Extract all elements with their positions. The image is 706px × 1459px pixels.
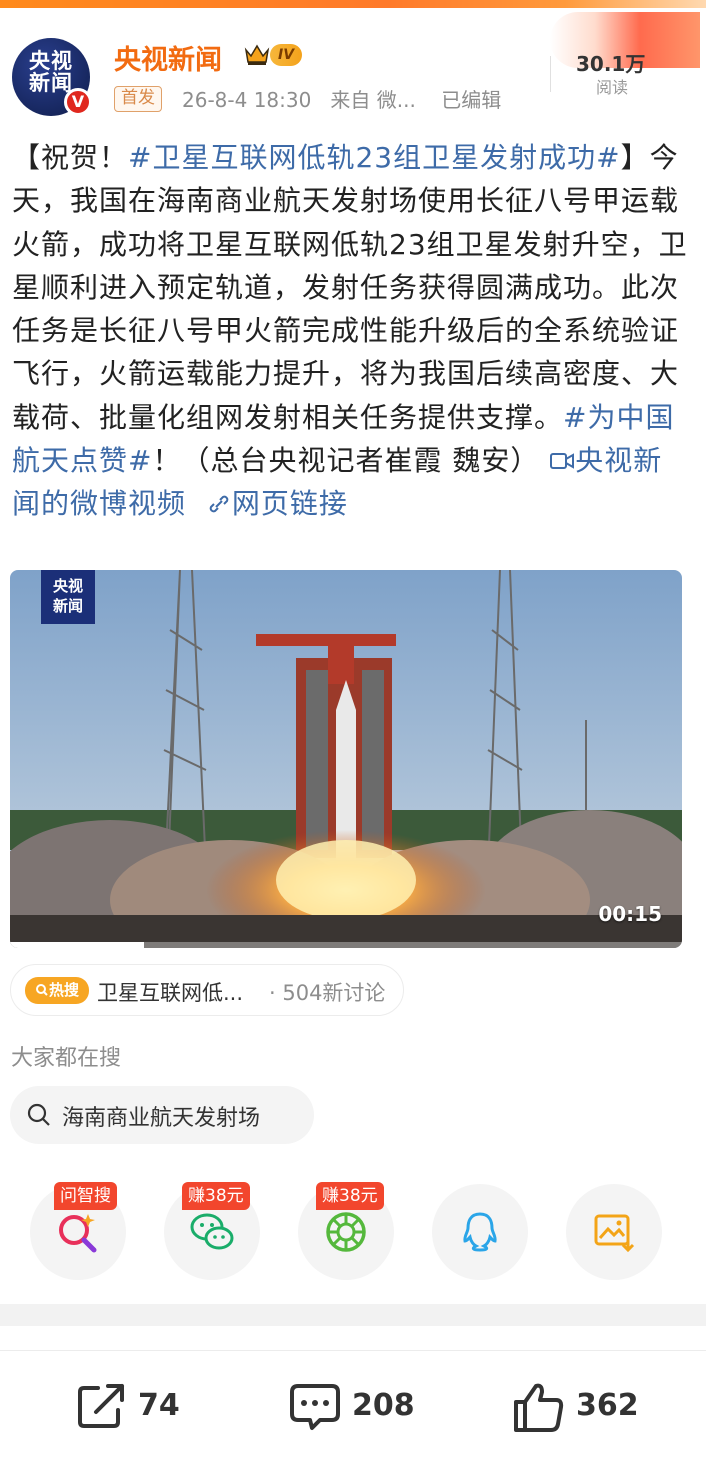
edited-label[interactable]: 已编辑 [441,88,501,112]
search-heading: 大家都在搜 [11,1046,122,1071]
hot-search-count: · 504新讨论 [269,981,386,1005]
divider [550,56,551,92]
like-button[interactable]: 362 [512,1376,642,1436]
author-name[interactable]: 央视新闻 [114,38,222,77]
comment-button[interactable]: 208 [288,1376,418,1436]
first-tag: 首发 [114,86,162,112]
read-count-box: 30.1万 阅读 [550,12,700,102]
repost-button[interactable]: 74 [76,1376,186,1436]
post-closing: ！（总台央视记者崔霞 魏安） [152,444,540,478]
video-progress-bar[interactable] [10,942,682,948]
hot-search-badge-label: 热搜 [48,981,79,999]
suggested-search-text: 海南商业航天发射场 [62,1106,261,1131]
timestamp: 26-8-4 18:30 [182,88,312,112]
read-count: 30.1万 [576,52,646,76]
video-duration: 00:15 [598,902,662,926]
launch-scene [10,570,682,948]
cctv-news-logo: 央视 新闻 [41,570,95,624]
avatar-text-line1: 央视 [29,49,73,73]
save-image-icon [594,1214,635,1253]
hot-search-title: 卫星互联网低... [97,981,244,1005]
post-text: 【祝贺！#卫星互联网低轨23组卫星发射成功#】今天，我国在海南商业航天发射场使用… [12,136,688,526]
web-link[interactable]: 网页链接 [206,487,348,520]
qq-icon [463,1212,497,1252]
comment-icon [290,1384,340,1430]
share-badge: 问智搜 [54,1182,117,1210]
comment-count: 208 [352,1388,415,1423]
web-link-label: 网页链接 [231,487,348,521]
source-prefix: 来自 [330,88,371,112]
level-badge: IV [270,44,303,66]
video-progress-fill [10,942,145,948]
share-qq-button[interactable] [432,1184,528,1280]
search-icon [35,984,48,996]
read-label: 阅读 [596,78,629,97]
hashtag-link[interactable]: #卫星互联网低轨23组卫星发射成功# [128,141,621,174]
search-icon [27,1103,50,1126]
hot-search-badge: 热搜 [25,977,89,1004]
suggested-search-pill[interactable]: 海南商业航天发射场 [10,1086,314,1144]
section-divider [0,1304,706,1326]
verified-icon: V [64,88,92,116]
crown-icon [244,44,270,65]
post-meta: 26-8-4 18:30 来自 微... 已编辑 [182,84,501,113]
source[interactable]: 微... [377,88,416,112]
post-open: 【祝贺！ [12,141,129,174]
video-camera-icon [550,453,575,470]
link-icon [209,496,229,513]
video-player[interactable]: 央视 新闻 00:15 [10,570,682,948]
repost-count: 74 [138,1388,180,1423]
wechat-icon [190,1213,234,1250]
post-body: 】今天，我国在海南商业航天发射场使用长征八号甲运载火箭，成功将卫星互联网低轨23… [12,141,688,434]
bottom-bar-divider [0,1350,706,1351]
hot-search-pill[interactable]: 热搜 卫星互联网低... · 504新讨论 [10,964,404,1016]
video-logo-line2: 新闻 [52,597,83,615]
wenzhisou-icon [59,1214,97,1253]
repost-icon [78,1384,124,1428]
top-accent-bar [0,0,706,8]
share-badge: 赚38元 [182,1182,250,1210]
moments-icon [326,1212,366,1252]
share-badge: 赚38元 [316,1182,384,1210]
video-logo-line1: 央视 [52,577,83,595]
save-image-button[interactable] [566,1184,662,1280]
thumbs-up-icon [514,1383,564,1432]
like-count: 362 [576,1388,639,1423]
